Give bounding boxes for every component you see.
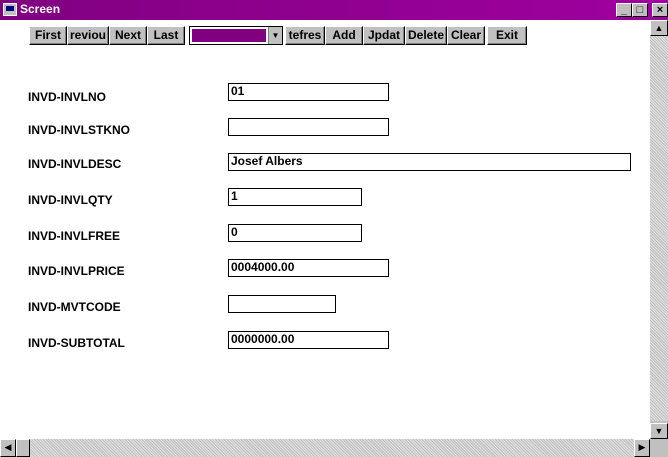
- invlstkno-label: INVD-INVLSTKNO: [28, 123, 130, 137]
- mvtcode-field[interactable]: [228, 295, 336, 313]
- subtotal-label: INVD-SUBTOTAL: [28, 336, 125, 350]
- scroll-down-icon[interactable]: ▼: [650, 423, 668, 439]
- subtotal-field[interactable]: 0000000.00: [228, 331, 389, 349]
- exit-button[interactable]: Exit: [487, 26, 527, 45]
- mvtcode-label: INVD-MVTCODE: [28, 300, 121, 314]
- window-icon[interactable]: [3, 3, 17, 16]
- invldesc-field[interactable]: Josef Albers: [228, 153, 631, 171]
- update-button[interactable]: Jpdat: [363, 26, 405, 45]
- invlfree-label: INVD-INVLFREE: [28, 229, 121, 243]
- minimize-button[interactable]: _: [616, 3, 632, 17]
- window-title: Screen: [20, 2, 61, 16]
- last-button[interactable]: Last: [147, 26, 185, 45]
- delete-button[interactable]: Delete: [405, 26, 447, 45]
- invlno-label: INVD-INVLNO: [28, 90, 106, 104]
- invlno-field[interactable]: 01: [228, 83, 389, 101]
- vertical-scrollbar[interactable]: ▲ ▼: [650, 20, 668, 439]
- horizontal-scroll-track[interactable]: [16, 439, 634, 457]
- invlstkno-field[interactable]: [228, 118, 389, 136]
- invldesc-label: INVD-INVLDESC: [28, 157, 122, 171]
- add-button[interactable]: Add: [325, 26, 363, 45]
- scroll-up-icon[interactable]: ▲: [650, 20, 668, 36]
- horizontal-scroll-thumb[interactable]: [16, 439, 30, 457]
- next-button[interactable]: Next: [109, 26, 147, 45]
- record-select[interactable]: ▼: [189, 26, 283, 45]
- invlfree-field[interactable]: 0: [228, 224, 362, 242]
- previous-button[interactable]: reviou: [67, 26, 109, 45]
- horizontal-scrollbar[interactable]: ◀ ▶: [0, 439, 650, 457]
- invlqty-label: INVD-INVLQTY: [28, 193, 113, 207]
- vertical-scroll-track[interactable]: [650, 36, 668, 421]
- chevron-down-icon[interactable]: ▼: [268, 27, 282, 44]
- invlprice-label: INVD-INVLPRICE: [28, 264, 125, 278]
- maximize-button[interactable]: □: [632, 3, 648, 17]
- title-bar[interactable]: Screen _ □ ×: [0, 0, 668, 20]
- first-button[interactable]: First: [29, 26, 67, 45]
- clear-button[interactable]: Clear: [447, 26, 485, 45]
- invlqty-field[interactable]: 1: [228, 188, 362, 206]
- scroll-corner: [650, 439, 668, 457]
- close-button[interactable]: ×: [652, 3, 668, 17]
- refresh-button[interactable]: tefres: [285, 26, 325, 45]
- record-select-value: [192, 29, 266, 42]
- invlprice-field[interactable]: 0004000.00: [228, 259, 389, 277]
- scroll-right-icon[interactable]: ▶: [634, 439, 650, 457]
- scroll-left-icon[interactable]: ◀: [0, 439, 16, 457]
